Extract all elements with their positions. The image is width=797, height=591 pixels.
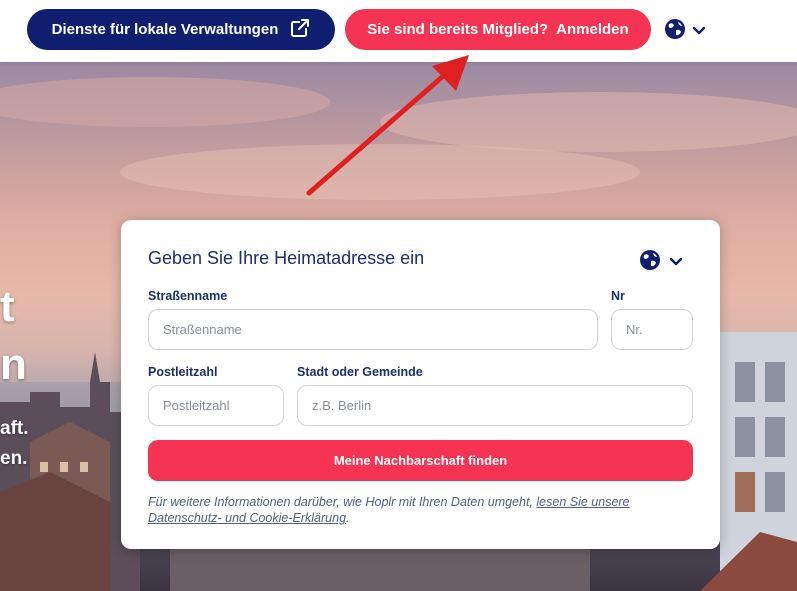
street-label: Straßenname <box>148 289 228 303</box>
globe-icon <box>664 18 686 45</box>
privacy-note: Für weitere Informationen darüber, wie H… <box>148 494 693 526</box>
card-language-selector[interactable] <box>639 249 683 276</box>
hero-heading-fragment-2: n <box>0 340 27 389</box>
login-button[interactable]: Sie sind bereits Mitglied? Anmelden <box>345 9 651 50</box>
street-input[interactable] <box>148 309 598 350</box>
external-link-icon <box>290 18 310 42</box>
login-question-label: Sie sind bereits Mitglied? <box>367 21 549 38</box>
municipal-services-label: Dienste für lokale Verwaltungen <box>51 21 279 38</box>
language-selector[interactable] <box>664 18 706 45</box>
municipal-services-button[interactable]: Dienste für lokale Verwaltungen <box>27 9 335 50</box>
chevron-down-icon <box>692 23 706 41</box>
form-title: Geben Sie Ihre Heimatadresse ein <box>148 248 425 268</box>
chevron-down-icon <box>669 254 683 272</box>
house-number-input[interactable] <box>611 309 693 350</box>
address-form-card: Geben Sie Ihre Heimatadresse ein Straßen… <box>121 220 720 549</box>
hero-subtext-fragment-1: aft. <box>0 418 29 439</box>
city-input[interactable] <box>297 385 693 426</box>
top-navigation-bar: Dienste für lokale Verwaltungen Sie sind… <box>0 0 797 62</box>
postal-code-label: Postleitzahl <box>148 365 218 379</box>
number-label: Nr <box>611 289 625 303</box>
login-action-label: Anmelden <box>556 21 629 38</box>
globe-icon <box>639 249 661 276</box>
postal-code-input[interactable] <box>148 385 284 426</box>
find-neighborhood-button[interactable]: Meine Nachbarschaft finden <box>148 440 693 481</box>
privacy-note-end: . <box>346 511 350 525</box>
hero-heading-fragment-1: t <box>0 282 15 331</box>
city-label: Stadt oder Gemeinde <box>297 365 423 379</box>
privacy-note-text: Für weitere Informationen darüber, wie H… <box>148 495 537 509</box>
hero-subtext-fragment-2: en. <box>0 448 28 469</box>
